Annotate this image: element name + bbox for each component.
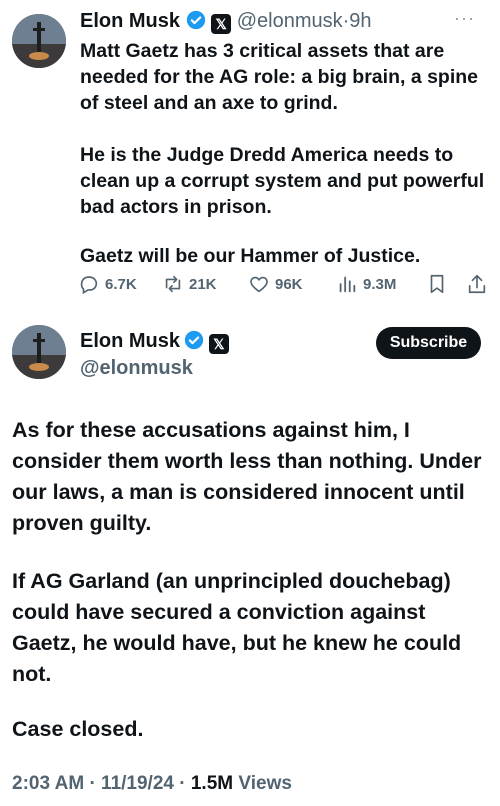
repost-icon [162, 273, 184, 295]
views-icon [336, 273, 358, 295]
x-logo-icon: 𝕏 [211, 14, 232, 34]
tweet-text: Matt Gaetz has 3 critical assets that ar… [80, 40, 479, 114]
views-count: 9.3M [363, 275, 397, 293]
share-icon [466, 273, 488, 295]
tweet-text: As for these accusations against him, I … [12, 418, 482, 535]
tweet-header: Elon Musk 𝕏 @elonmusk·9h [80, 10, 372, 36]
like-icon [248, 273, 270, 295]
avatar[interactable] [12, 325, 66, 379]
repost-button[interactable]: 21K [162, 273, 217, 295]
views-label: Views [238, 773, 292, 794]
reply-icon [78, 273, 100, 295]
tweet-time[interactable]: 9h [349, 10, 371, 32]
author-name[interactable]: Elon Musk [80, 330, 180, 352]
author-handle[interactable]: @elonmusk [237, 10, 343, 32]
more-icon[interactable]: ··· [454, 8, 475, 29]
reply-button[interactable]: 6.7K [78, 273, 137, 295]
bookmark-icon [426, 273, 448, 295]
author-row: Elon Musk 𝕏 [80, 330, 229, 355]
share-button[interactable] [466, 273, 488, 295]
bookmark-button[interactable] [426, 273, 448, 295]
tweet-text: Gaetz will be our Hammer of Justice. [80, 245, 421, 267]
tweet-meta: 2:03 AM · 11/19/24 · 1.5M Views [12, 773, 292, 795]
separator: · [179, 773, 186, 794]
x-logo-icon: 𝕏 [208, 334, 229, 354]
reply-count: 6.7K [105, 275, 137, 293]
separator: · [89, 773, 96, 794]
tweet-text: If AG Garland (an unprincipled douchebag… [12, 569, 462, 686]
tweet-date[interactable]: 11/19/24 [101, 773, 174, 794]
verified-badge-icon [184, 330, 204, 355]
subscribe-button[interactable]: Subscribe [376, 327, 481, 359]
tweet-time[interactable]: 2:03 AM [12, 773, 84, 794]
tweet-actions: 6.7K 21K 96K 9.3M [78, 273, 490, 299]
tweet-text: Case closed. [12, 717, 144, 741]
repost-count: 21K [189, 275, 217, 293]
views-count: 1.5M [190, 773, 234, 794]
verified-badge-icon [186, 10, 206, 36]
avatar[interactable] [12, 14, 66, 68]
author-handle[interactable]: @elonmusk [80, 357, 193, 380]
like-button[interactable]: 96K [248, 273, 303, 295]
like-count: 96K [275, 275, 303, 293]
author-name[interactable]: Elon Musk [80, 10, 180, 32]
tweet-text: He is the Judge Dredd America needs to c… [80, 144, 485, 218]
views-button[interactable]: 9.3M [336, 273, 396, 295]
